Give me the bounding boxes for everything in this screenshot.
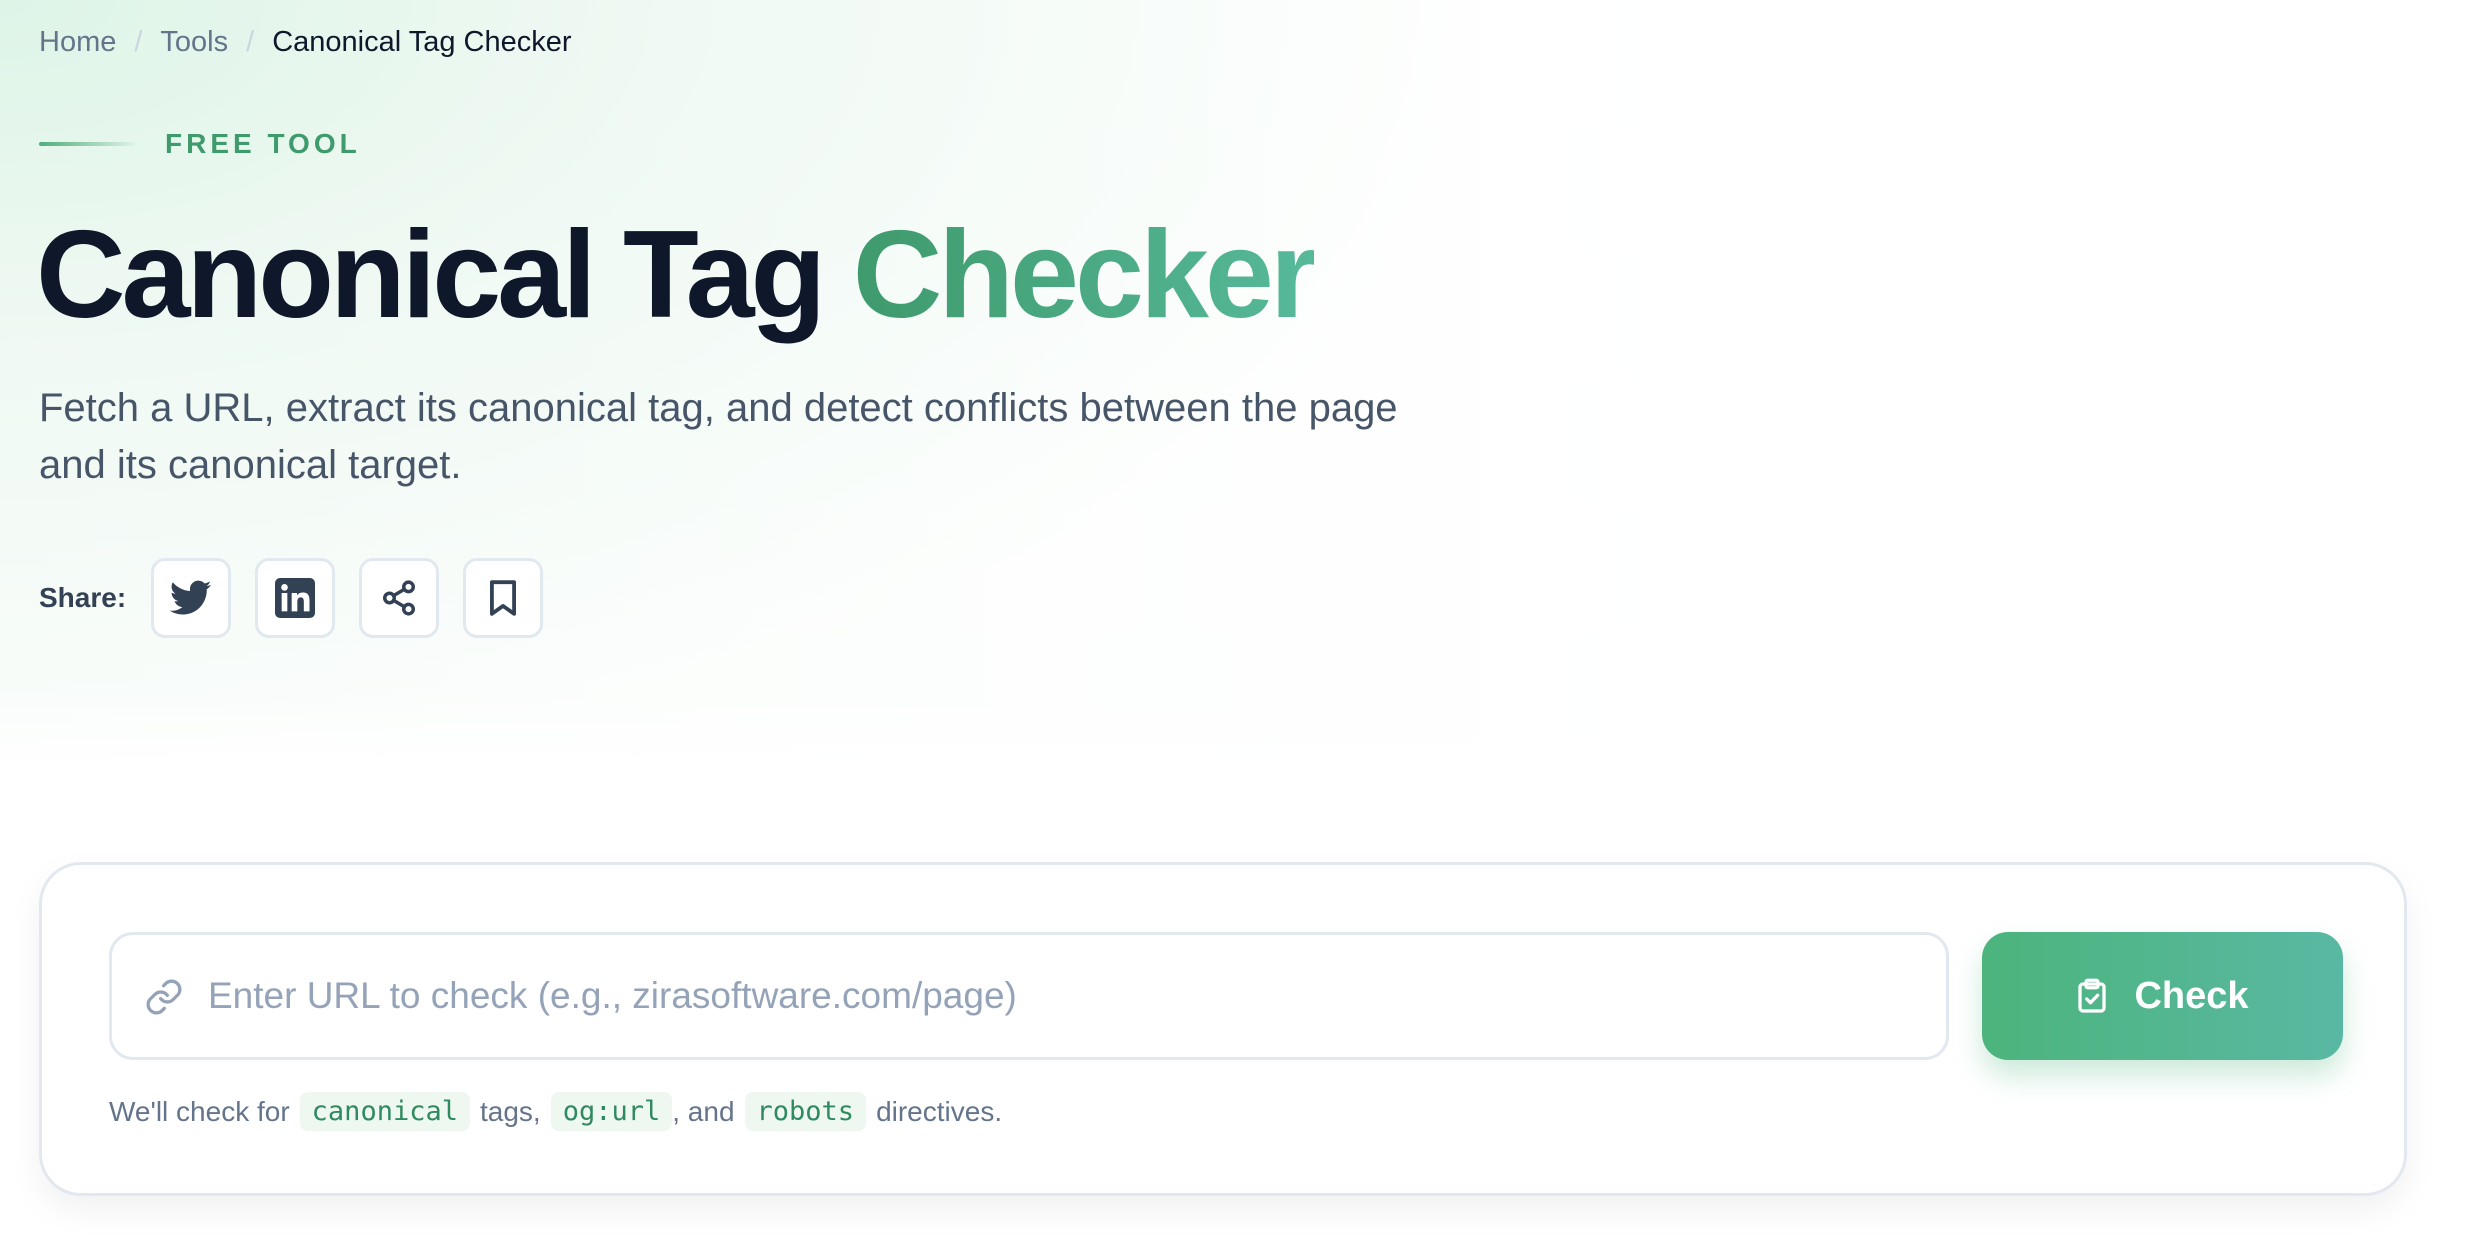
hint-text: directives. (876, 1095, 1003, 1127)
breadcrumb-current: Canonical Tag Checker (272, 26, 572, 58)
hint-text: , and (672, 1095, 735, 1127)
share-linkedin-button[interactable] (255, 558, 336, 638)
code-chip-canonical: canonical (299, 1092, 470, 1131)
clipboard-check-icon (2078, 978, 2107, 1013)
breadcrumb: Home / Tools / Canonical Tag Checker (39, 24, 572, 60)
check-button[interactable]: Check (1982, 932, 2343, 1060)
page-title-main: Canonical Tag (36, 206, 826, 344)
breadcrumb-tools[interactable]: Tools (160, 24, 228, 60)
eyebrow-line (39, 142, 135, 146)
bookmark-icon (490, 580, 517, 616)
page-description: Fetch a URL, extract its canonical tag, … (39, 386, 1398, 487)
link-icon (146, 979, 182, 1015)
eyebrow-label: FREE TOOL (165, 128, 361, 159)
bookmark-button[interactable] (463, 558, 544, 638)
breadcrumb-separator: / (134, 26, 143, 58)
linkedin-icon (275, 578, 316, 618)
breadcrumb-separator: / (246, 26, 255, 58)
share-label: Share: (39, 582, 127, 613)
hint-text: tags, (479, 1095, 541, 1127)
check-hint: We'll check for canonical tags, og:url ,… (109, 1092, 1002, 1131)
url-input[interactable] (208, 935, 1928, 1057)
twitter-icon (170, 580, 212, 615)
page-title: Canonical Tag Checker (36, 200, 1318, 350)
breadcrumb-home[interactable]: Home (39, 24, 116, 60)
checker-card: Check We'll check for canonical tags, og… (39, 862, 2407, 1196)
check-button-label: Check (2134, 974, 2249, 1017)
page: Home / Tools / Canonical Tag Checker FRE… (0, 0, 2468, 1258)
share-link-button[interactable] (359, 558, 440, 638)
share-row: Share: (39, 558, 567, 638)
url-input-wrapper[interactable] (109, 932, 1949, 1060)
hint-text: We'll check for (109, 1095, 290, 1127)
code-chip-robots: robots (744, 1092, 867, 1131)
share-twitter-button[interactable] (151, 558, 232, 638)
eyebrow: FREE TOOL (39, 128, 361, 160)
share-icon (383, 580, 416, 616)
code-chip-og-url: og:url (550, 1092, 673, 1131)
page-title-accent: Checker (852, 206, 1318, 344)
